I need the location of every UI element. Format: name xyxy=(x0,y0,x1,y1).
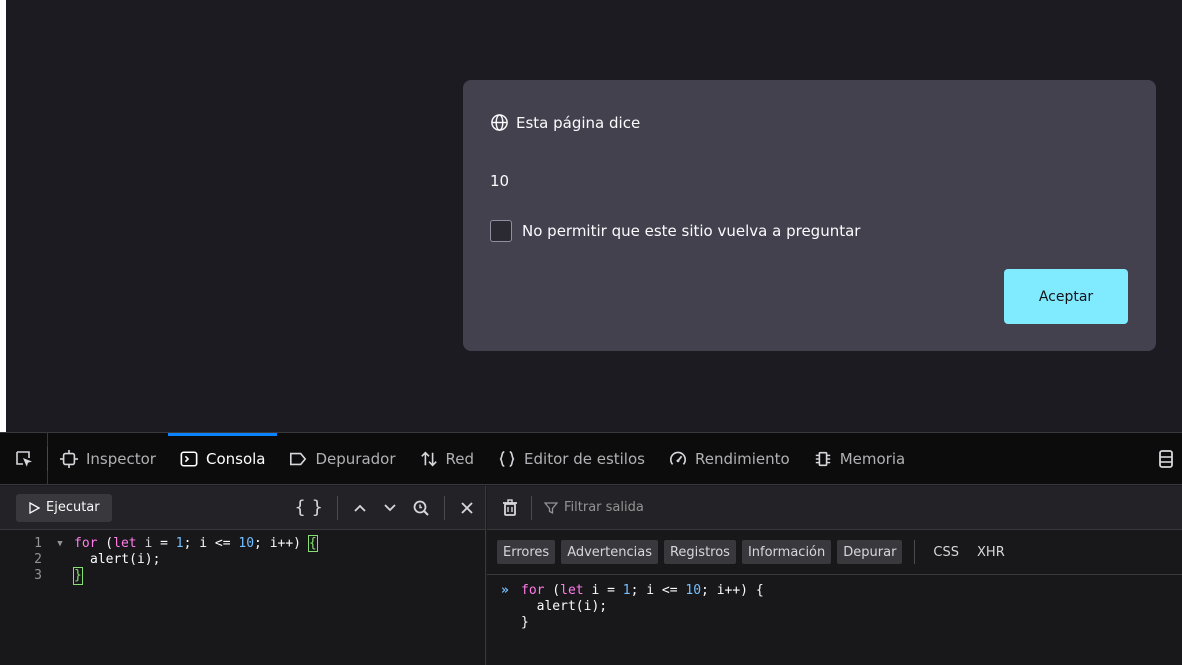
tab-debugger[interactable]: Depurador xyxy=(277,433,407,484)
line-number: 2 xyxy=(34,552,42,567)
dont-ask-again-checkbox[interactable] xyxy=(490,220,512,242)
fold-arrow-icon[interactable]: ▼ xyxy=(46,536,74,552)
run-button[interactable]: Ejecutar xyxy=(16,493,112,522)
code-line: 2 alert(i); xyxy=(0,552,485,568)
tab-network[interactable]: Red xyxy=(408,433,487,484)
command-prompt-icon: » xyxy=(501,583,509,598)
command-text: for (let i = 1; i <= 10; i++) { xyxy=(521,583,764,598)
element-picker-icon xyxy=(15,450,32,467)
performance-icon xyxy=(670,451,686,465)
style-editor-icon xyxy=(499,450,515,467)
tab-label: Consola xyxy=(205,449,266,468)
line-number: 1 xyxy=(34,536,42,551)
play-icon xyxy=(29,501,40,514)
close-editor-icon[interactable] xyxy=(459,500,475,516)
dialog-header: Esta página dice xyxy=(490,113,640,132)
tab-label: Editor de estilos xyxy=(524,449,645,468)
tab-label: Rendimiento xyxy=(694,449,790,468)
filter-info-button[interactable]: Información xyxy=(741,540,832,564)
console-toolbar xyxy=(487,486,1182,530)
console-icon xyxy=(180,450,198,467)
dialog-title: Esta página dice xyxy=(516,113,641,132)
filter-warnings-button[interactable]: Advertencias xyxy=(561,540,658,564)
filter-icon xyxy=(544,501,558,514)
code-line: 1 ▼ for (let i = 1; i <= 10; i++) { xyxy=(0,535,485,552)
page-edge-strip xyxy=(0,0,6,432)
tab-memory[interactable]: Memoria xyxy=(802,433,918,484)
dont-ask-again-label: No permitir que este sitio vuelva a preg… xyxy=(522,222,861,240)
dialog-message: 10 xyxy=(490,172,510,190)
pretty-print-icon[interactable]: { } xyxy=(294,497,323,518)
line-number: 3 xyxy=(34,568,42,583)
storage-tab-button[interactable] xyxy=(1150,433,1182,484)
dont-ask-again-option[interactable]: No permitir que este sitio vuelva a preg… xyxy=(490,220,860,242)
network-icon xyxy=(420,451,437,466)
storage-icon xyxy=(1159,449,1173,468)
filter-logs-button[interactable]: Registros xyxy=(663,540,736,564)
history-previous-icon[interactable] xyxy=(352,500,368,516)
filter-debug-button[interactable]: Depurar xyxy=(837,540,903,564)
element-picker-button[interactable] xyxy=(0,433,48,484)
filter-errors-button[interactable]: Errores xyxy=(497,540,556,564)
tool-separator xyxy=(444,495,445,520)
tool-separator xyxy=(337,495,338,520)
filter-output-input[interactable] xyxy=(564,500,984,515)
debugger-icon xyxy=(290,452,307,465)
tab-label: Memoria xyxy=(839,449,906,468)
command-text: } xyxy=(521,615,529,630)
tab-label: Red xyxy=(445,449,475,468)
editor-tools: { } xyxy=(294,495,475,520)
alert-dialog: Esta página dice 10 No permitir que este… xyxy=(463,80,1156,351)
console-command-line: alert(i); xyxy=(501,599,1182,615)
tab-style-editor[interactable]: Editor de estilos xyxy=(486,433,657,484)
inspector-icon xyxy=(60,449,78,468)
tab-performance[interactable]: Rendimiento xyxy=(657,433,802,484)
console-output: » for (let i = 1; i <= 10; i++) { alert(… xyxy=(487,575,1182,631)
devtools-toolbar: Inspector Consola Depurador Red Editor d… xyxy=(0,432,1182,485)
multiline-editor-pane: Ejecutar { } 1 ▼ for (let i = 1; i <= 10… xyxy=(0,486,486,665)
code-text: } xyxy=(73,567,83,585)
accept-button[interactable]: Aceptar xyxy=(1004,269,1128,324)
memory-icon xyxy=(815,451,830,466)
code-text: alert(i); xyxy=(90,552,161,567)
run-label: Ejecutar xyxy=(46,500,100,515)
console-command-line: } xyxy=(501,615,1182,631)
filter-css-button[interactable]: CSS xyxy=(927,545,965,560)
console-command-line: » for (let i = 1; i <= 10; i++) { xyxy=(501,583,1182,599)
tab-console[interactable]: Consola xyxy=(167,433,278,484)
code-text: for (let i = 1; i <= 10; i++) { xyxy=(74,535,318,552)
history-next-icon[interactable] xyxy=(382,500,398,516)
editor-toolbar: Ejecutar { } xyxy=(0,486,485,530)
reverse-search-icon[interactable] xyxy=(412,499,430,517)
log-level-filter-bar: Errores Advertencias Registros Informaci… xyxy=(487,530,1182,575)
filter-xhr-button[interactable]: XHR xyxy=(971,545,1011,560)
tab-inspector[interactable]: Inspector xyxy=(48,433,168,484)
code-editor[interactable]: 1 ▼ for (let i = 1; i <= 10; i++) { 2 al… xyxy=(0,530,485,585)
command-text: alert(i); xyxy=(521,599,608,614)
code-line: 3 } xyxy=(0,567,485,585)
filter-separator xyxy=(914,540,916,564)
page-content-area: Esta página dice 10 No permitir que este… xyxy=(0,0,1182,432)
tab-label: Depurador xyxy=(315,449,396,468)
tab-label: Inspector xyxy=(86,449,156,468)
globe-icon xyxy=(491,114,508,131)
console-pane: Errores Advertencias Registros Informaci… xyxy=(487,486,1182,665)
trash-icon[interactable] xyxy=(501,498,519,517)
filter-box xyxy=(531,495,984,520)
